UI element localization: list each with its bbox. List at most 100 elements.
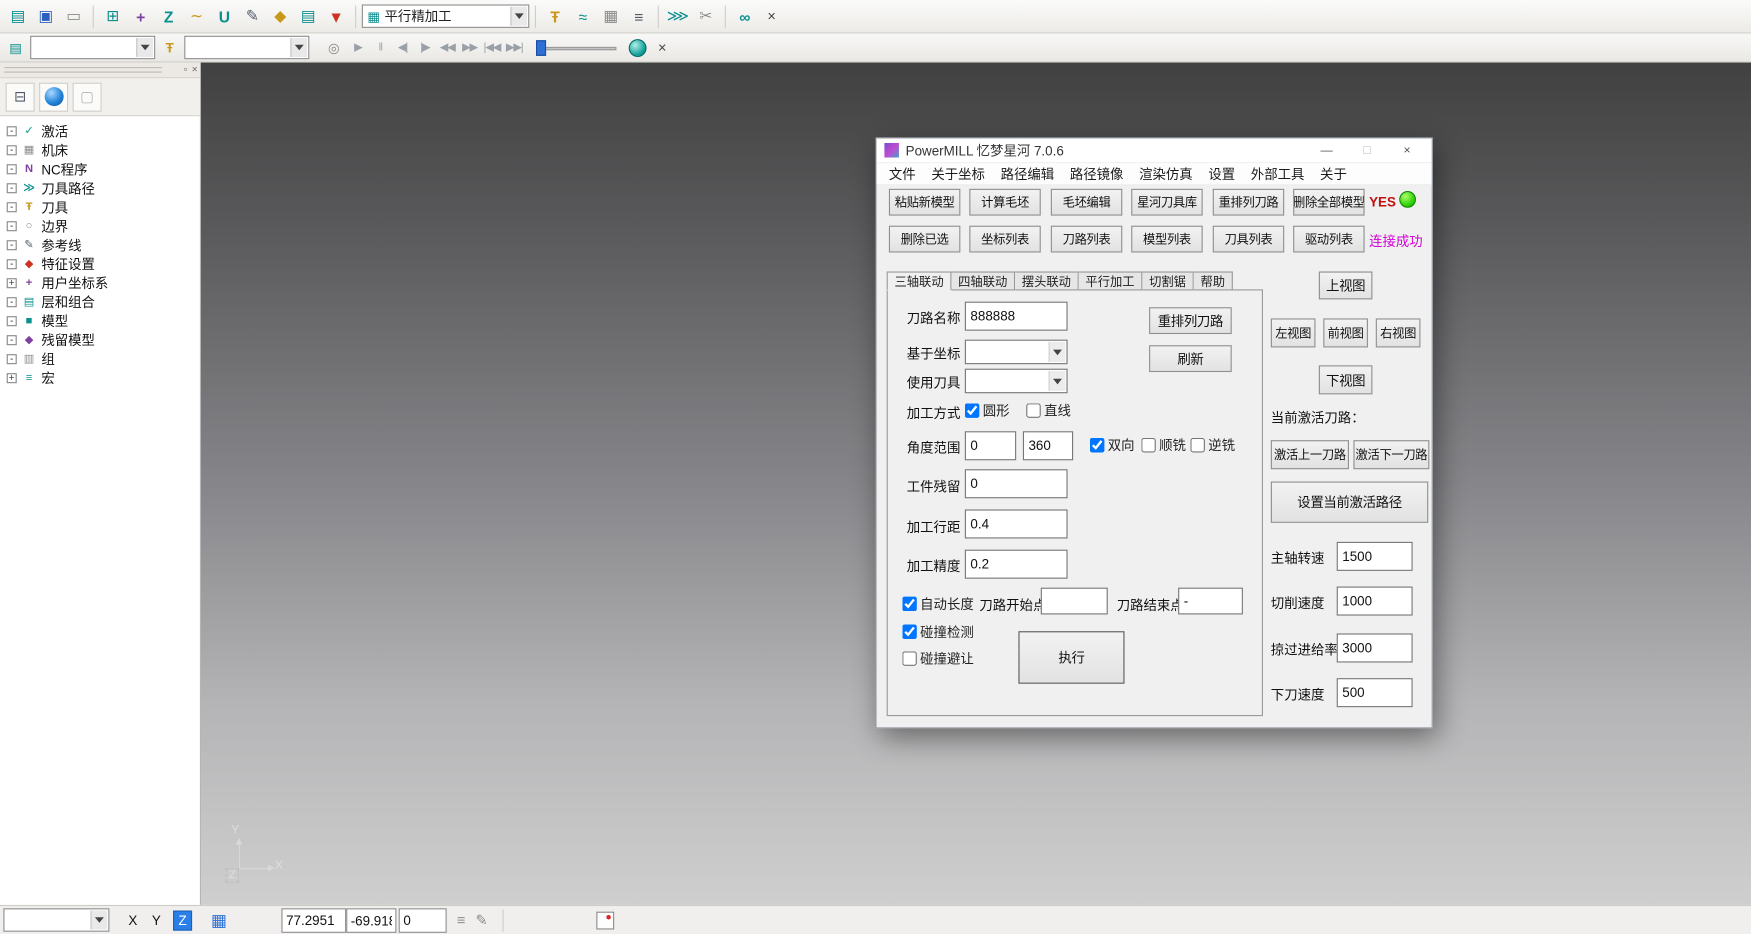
tree-expander[interactable]: -: [7, 297, 17, 307]
slider-handle[interactable]: [536, 40, 546, 56]
tree-item-models[interactable]: - ■ 模型: [0, 312, 200, 331]
activate-prev-button[interactable]: 激活上一刀路: [1271, 440, 1349, 469]
plunge-feed-input[interactable]: [1337, 678, 1413, 707]
annotate-icon[interactable]: ✎: [475, 911, 487, 929]
inactive-view-icon[interactable]: ▢: [73, 82, 102, 111]
axis-z-toggle[interactable]: Z: [173, 910, 192, 930]
tool-icon[interactable]: Ŧ: [542, 3, 569, 30]
auto-length-option[interactable]: 自动长度: [902, 594, 973, 613]
tab-saw[interactable]: 切割锯: [1142, 271, 1193, 290]
bidirectional-option[interactable]: 双向: [1090, 436, 1135, 455]
tree-expander[interactable]: -: [7, 183, 17, 193]
toolpath-name-input[interactable]: [965, 302, 1068, 331]
view-bottom-button[interactable]: 下视图: [1319, 365, 1373, 394]
sim-speed-slider[interactable]: [536, 40, 616, 56]
save-icon[interactable]: ▣: [32, 3, 59, 30]
angle-to-input[interactable]: [1023, 431, 1073, 460]
axis-x-toggle[interactable]: X: [126, 912, 139, 928]
tree-expander[interactable]: -: [7, 202, 17, 212]
set-active-path-button[interactable]: 设置当前激活路径: [1271, 482, 1428, 523]
tree-expander[interactable]: -: [7, 335, 17, 345]
delete-all-models-button[interactable]: 删除全部模型: [1293, 189, 1364, 216]
tree-item-activate[interactable]: - ✓ 激活: [0, 122, 200, 141]
paste-new-model-button[interactable]: 粘贴新模型: [889, 189, 960, 216]
device-compare-icon[interactable]: [596, 911, 614, 929]
method-line-checkbox[interactable]: [1026, 403, 1041, 418]
minimize-button[interactable]: —: [1310, 144, 1344, 157]
glasses-icon[interactable]: ∞: [731, 3, 758, 30]
batch-icon[interactable]: ⋙: [664, 3, 691, 30]
play-button[interactable]: ▶: [348, 36, 367, 58]
model-list-button[interactable]: 模型列表: [1131, 226, 1202, 253]
end-point-input[interactable]: [1178, 588, 1243, 615]
project-icon[interactable]: ▤: [4, 3, 31, 30]
tree-item-patterns[interactable]: - ✎ 参考线: [0, 236, 200, 255]
lightbulb-icon[interactable]: ◎: [323, 36, 345, 58]
method-circle-checkbox[interactable]: [965, 403, 980, 418]
chevron-down-icon[interactable]: [510, 7, 527, 26]
toolpath-check-icon[interactable]: ≈: [570, 3, 597, 30]
drive-list-button[interactable]: 驱动列表: [1293, 226, 1364, 253]
go-to-start-button[interactable]: |◀◀: [482, 36, 501, 58]
workplane-icon[interactable]: +: [127, 3, 154, 30]
curve-icon[interactable]: ∼: [183, 3, 210, 30]
view-right-button[interactable]: 右视图: [1376, 318, 1421, 347]
tree-expander[interactable]: +: [7, 278, 17, 288]
rewind-button[interactable]: ◀◀: [438, 36, 457, 58]
menu-settings[interactable]: 设置: [1201, 164, 1243, 183]
view-left-button[interactable]: 左视图: [1271, 318, 1316, 347]
collision-check-checkbox[interactable]: [902, 625, 917, 640]
grid-icon[interactable]: ▦: [211, 910, 227, 930]
chevron-down-icon[interactable]: [90, 911, 107, 930]
dock-grip[interactable]: [4, 67, 161, 73]
climb-checkbox[interactable]: [1141, 438, 1156, 453]
method-circle-option[interactable]: 圆形: [965, 401, 1010, 420]
close-button[interactable]: ×: [1390, 144, 1424, 157]
tool-list-button[interactable]: 刀具列表: [1213, 226, 1284, 253]
refresh-button[interactable]: 刷新: [1149, 345, 1232, 372]
tree-expander[interactable]: -: [7, 259, 17, 269]
toolpath-list-button[interactable]: 刀路列表: [1051, 226, 1122, 253]
levels-icon[interactable]: ▤: [295, 3, 322, 30]
tree-expander[interactable]: -: [7, 240, 17, 250]
rearrange-toolpaths-button-2[interactable]: 重排列刀路: [1149, 307, 1232, 334]
stock-edit-button[interactable]: 毛坯编辑: [1051, 189, 1122, 216]
tree-item-boundaries[interactable]: - ○ 边界: [0, 217, 200, 236]
calculator-icon[interactable]: ▦: [597, 3, 624, 30]
menu-file[interactable]: 文件: [881, 164, 923, 183]
tree-expander[interactable]: -: [7, 164, 17, 174]
print-icon[interactable]: ▭: [60, 3, 87, 30]
tab-parallel[interactable]: 平行加工: [1079, 271, 1143, 290]
rearrange-toolpaths-button[interactable]: 重排列刀路: [1213, 189, 1284, 216]
menu-workplane[interactable]: 关于坐标: [924, 164, 993, 183]
activate-next-button[interactable]: 激活下一刀路: [1353, 440, 1429, 469]
tab-help[interactable]: 帮助: [1194, 271, 1233, 290]
rapid-feed-input[interactable]: [1337, 633, 1413, 662]
coord-x-field[interactable]: [282, 908, 347, 933]
compute-stock-button[interactable]: 计算毛坯: [969, 189, 1040, 216]
tree-item-toolpaths[interactable]: - ≫ 刀具路径: [0, 179, 200, 198]
tree-expander[interactable]: -: [7, 316, 17, 326]
menu-path-mirror[interactable]: 路径镜像: [1062, 164, 1131, 183]
dialog-titlebar[interactable]: PowerMILL 忆梦星河 7.0.6 — □ ×: [877, 139, 1432, 164]
view-top-button[interactable]: 上视图: [1319, 271, 1373, 299]
feature-set-icon[interactable]: ◆: [267, 3, 294, 30]
tolerance-input[interactable]: [965, 550, 1068, 579]
toolbar-close-icon[interactable]: ×: [762, 6, 782, 26]
conventional-option[interactable]: 逆铣: [1190, 436, 1235, 455]
tree-expander[interactable]: -: [7, 145, 17, 155]
pencil-icon[interactable]: ✎: [239, 3, 266, 30]
pause-button[interactable]: ‖: [371, 36, 390, 58]
list-icon[interactable]: ≡: [457, 912, 465, 929]
chevron-down-icon[interactable]: [1049, 342, 1066, 362]
menu-about[interactable]: 关于: [1312, 164, 1354, 183]
sim-toolpath-combo[interactable]: [30, 36, 155, 59]
menu-simulation[interactable]: 渲染仿真: [1131, 164, 1200, 183]
use-tool-select[interactable]: [965, 369, 1068, 394]
tree-item-feature-sets[interactable]: - ◆ 特征设置: [0, 255, 200, 274]
tree-expander[interactable]: -: [7, 221, 17, 231]
collision-check-option[interactable]: 碰撞检测: [902, 622, 973, 641]
angle-from-input[interactable]: [965, 431, 1016, 460]
panel-close-icon[interactable]: ×: [192, 64, 198, 75]
menu-path-edit[interactable]: 路径编辑: [993, 164, 1062, 183]
